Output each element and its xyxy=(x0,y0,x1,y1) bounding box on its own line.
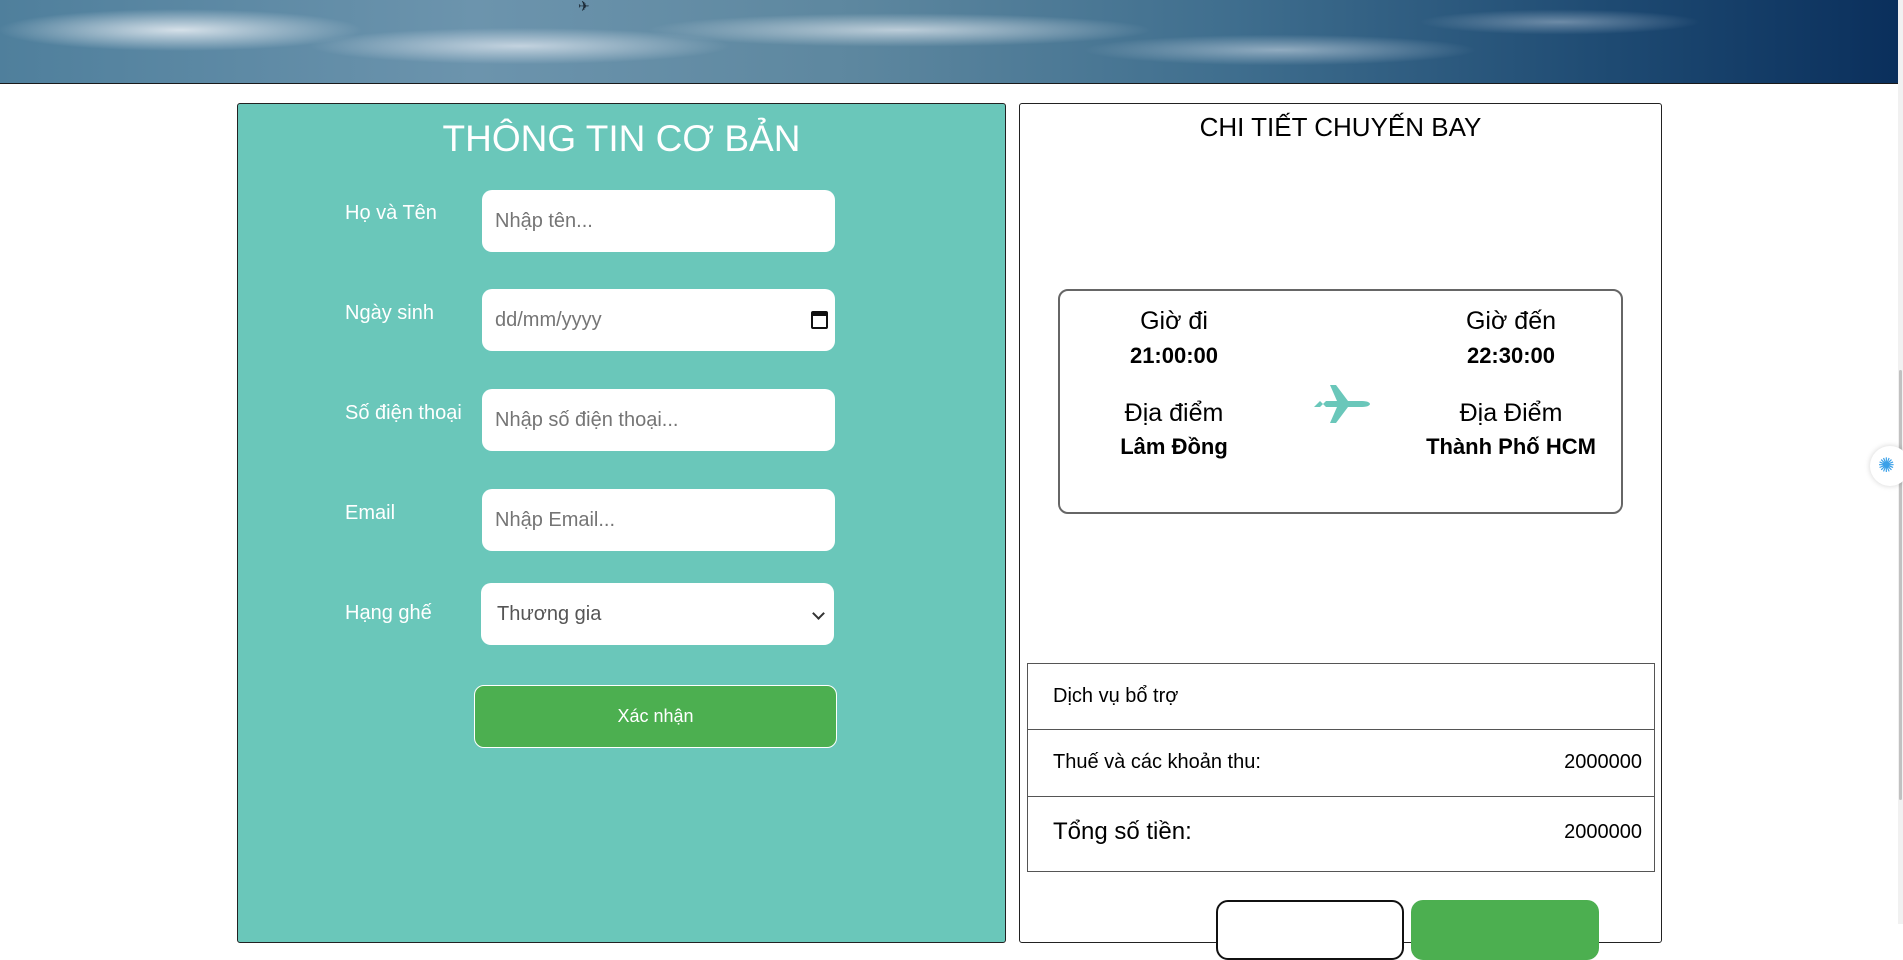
airplane-icon xyxy=(1314,385,1370,423)
departure-place: Lâm Đồng xyxy=(1120,434,1228,459)
chevron-down-icon xyxy=(812,607,825,620)
seat-class-select[interactable]: Thương gia xyxy=(481,583,834,645)
departure-info: Giờ đi 21:00:00 Địa điểm Lâm Đồng xyxy=(1084,306,1264,459)
total-row: Tổng số tiền: 2000000 xyxy=(1027,796,1655,872)
name-label: Họ và Tên xyxy=(345,202,437,224)
dob-date-input[interactable]: dd/mm/yyyy xyxy=(482,289,835,351)
departure-time: 21:00:00 xyxy=(1129,343,1219,368)
name-input[interactable] xyxy=(482,190,835,252)
flight-summary-card: Giờ đi 21:00:00 Địa điểm Lâm Đồng Giờ đế… xyxy=(1058,289,1623,514)
tax-value: 2000000 xyxy=(1564,751,1642,773)
total-value: 2000000 xyxy=(1564,821,1642,843)
email-label: Email xyxy=(345,502,396,524)
arrival-place: Thành Phố HCM xyxy=(1426,434,1596,459)
continue-button[interactable] xyxy=(1411,900,1599,960)
flight-detail-title: CHI TIẾT CHUYẾN BAY xyxy=(1199,112,1482,142)
services-row[interactable]: Dịch vụ bổ trợ xyxy=(1027,663,1655,730)
services-label: Dịch vụ bổ trợ xyxy=(1053,685,1179,707)
arrival-time-label: Giờ đến xyxy=(1465,307,1557,335)
tax-row: Thuế và các khoản thu: 2000000 xyxy=(1027,729,1655,797)
tax-label: Thuế và các khoản thu: xyxy=(1053,751,1261,773)
email-input[interactable] xyxy=(482,489,835,551)
banner-airplane-icon: ✈ xyxy=(578,0,590,14)
departure-time-label: Giờ đi xyxy=(1140,307,1208,335)
header-banner-image: ✈ xyxy=(0,0,1898,84)
dob-placeholder: dd/mm/yyyy xyxy=(495,309,602,331)
calendar-icon[interactable] xyxy=(811,311,828,329)
back-button[interactable] xyxy=(1216,900,1404,960)
seat-class-selected-value: Thương gia xyxy=(497,603,602,625)
total-label: Tổng số tiền: xyxy=(1053,818,1192,845)
confirm-button[interactable]: Xác nhận xyxy=(474,685,837,748)
flight-detail-panel: CHI TIẾT CHUYẾN BAY Giờ đi 21:00:00 Địa … xyxy=(1019,103,1662,960)
phone-input[interactable] xyxy=(482,389,835,451)
dob-label: Ngày sinh xyxy=(345,302,434,324)
departure-place-label: Địa điểm xyxy=(1124,399,1224,427)
arrival-time: 22:30:00 xyxy=(1466,343,1556,368)
seat-class-label: Hạng ghế xyxy=(345,602,432,624)
assistant-extension-icon[interactable]: ✺ xyxy=(1870,446,1903,486)
vertical-scrollbar-thumb[interactable] xyxy=(1899,370,1902,800)
arrival-info: Giờ đến 22:30:00 Địa Điểm Thành Phố HCM xyxy=(1421,306,1601,459)
basic-info-title: THÔNG TIN CƠ BẢN xyxy=(442,118,801,159)
arrival-place-label: Địa Điểm xyxy=(1459,399,1563,427)
phone-label: Số điện thoại xyxy=(345,402,462,424)
basic-info-panel: THÔNG TIN CƠ BẢN Họ và Tên Ngày sinh dd/… xyxy=(237,103,1006,943)
